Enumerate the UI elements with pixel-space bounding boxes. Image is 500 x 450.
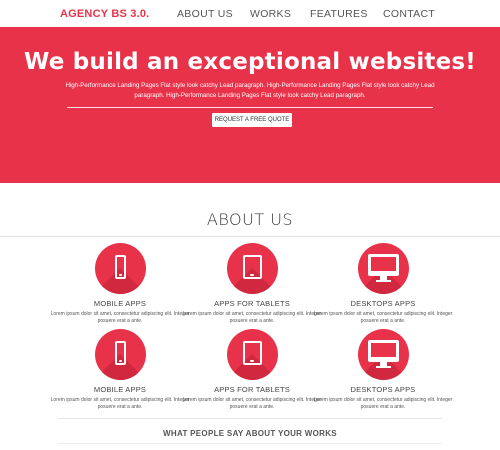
feature-title: DESKTOPS APPS [350,385,416,394]
testimonials-heading: WHAT PEOPLE SAY ABOUT YOUR WORKS [163,429,337,438]
feature-desktops-apps: DESKTOPS APPS Lorem ipsum dolor sit amet… [313,329,453,411]
feature-circle [226,243,278,294]
nav-item-works[interactable]: WORKS [250,8,291,20]
feature-apps-for-tablets: APPS FOR TABLETS Lorem ipsum dolor sit a… [182,243,322,325]
request-quote-button[interactable]: REQUEST A FREE QUOTE [212,113,292,127]
feature-circle [94,329,146,380]
feature-description: Lorem ipsum dolor sit amet, consectetur … [50,397,190,410]
nav-item-contact[interactable]: CONTACT [383,8,435,20]
nav-item-features[interactable]: FEATURES [310,8,368,20]
feature-mobile-apps: MOBILE APPS Lorem ipsum dolor sit amet, … [50,243,190,325]
feature-circle [94,243,146,294]
navbar: AGENCY BS 3.0. ABOUT US WORKS FEATURES C… [0,0,500,27]
feature-description: Lorem ipsum dolor sit amet, consectetur … [50,311,190,324]
hero-divider [67,107,433,108]
hero-title: We build an exceptional websites! [24,49,476,75]
feature-desktops-apps: DESKTOPS APPS Lorem ipsum dolor sit amet… [313,243,453,325]
feature-description: Lorem ipsum dolor sit amet, consectetur … [182,397,322,410]
feature-circle [357,243,409,294]
hero-section: We build an exceptional websites! High-P… [0,27,500,183]
feature-mobile-apps: MOBILE APPS Lorem ipsum dolor sit amet, … [50,329,190,411]
feature-apps-for-tablets: APPS FOR TABLETS Lorem ipsum dolor sit a… [182,329,322,411]
feature-title: APPS FOR TABLETS [214,299,290,308]
feature-title: MOBILE APPS [93,299,147,308]
about-divider [0,236,500,237]
tablet-icon [242,341,262,365]
about-title: ABOUT US [206,210,294,229]
brand-logo[interactable]: AGENCY BS 3.0. [60,8,149,20]
feature-circle [357,329,409,380]
feature-title: MOBILE APPS [93,385,147,394]
desktop-monitor-icon [367,254,399,282]
nav-item-about-us[interactable]: ABOUT US [177,8,233,20]
hero-lead: High-Performance Landing Pages Flat styl… [65,82,435,99]
feature-title: DESKTOPS APPS [350,299,416,308]
section-divider [58,443,442,444]
section-divider [58,418,442,419]
mobile-phone-icon [114,341,126,365]
feature-description: Lorem ipsum dolor sit amet, consectetur … [182,311,322,324]
feature-description: Lorem ipsum dolor sit amet, consectetur … [313,311,453,324]
mobile-phone-icon [114,255,126,279]
feature-title: APPS FOR TABLETS [214,385,290,394]
tablet-icon [242,255,262,279]
feature-circle [226,329,278,380]
feature-description: Lorem ipsum dolor sit amet, consectetur … [313,397,453,410]
desktop-monitor-icon [367,340,399,368]
